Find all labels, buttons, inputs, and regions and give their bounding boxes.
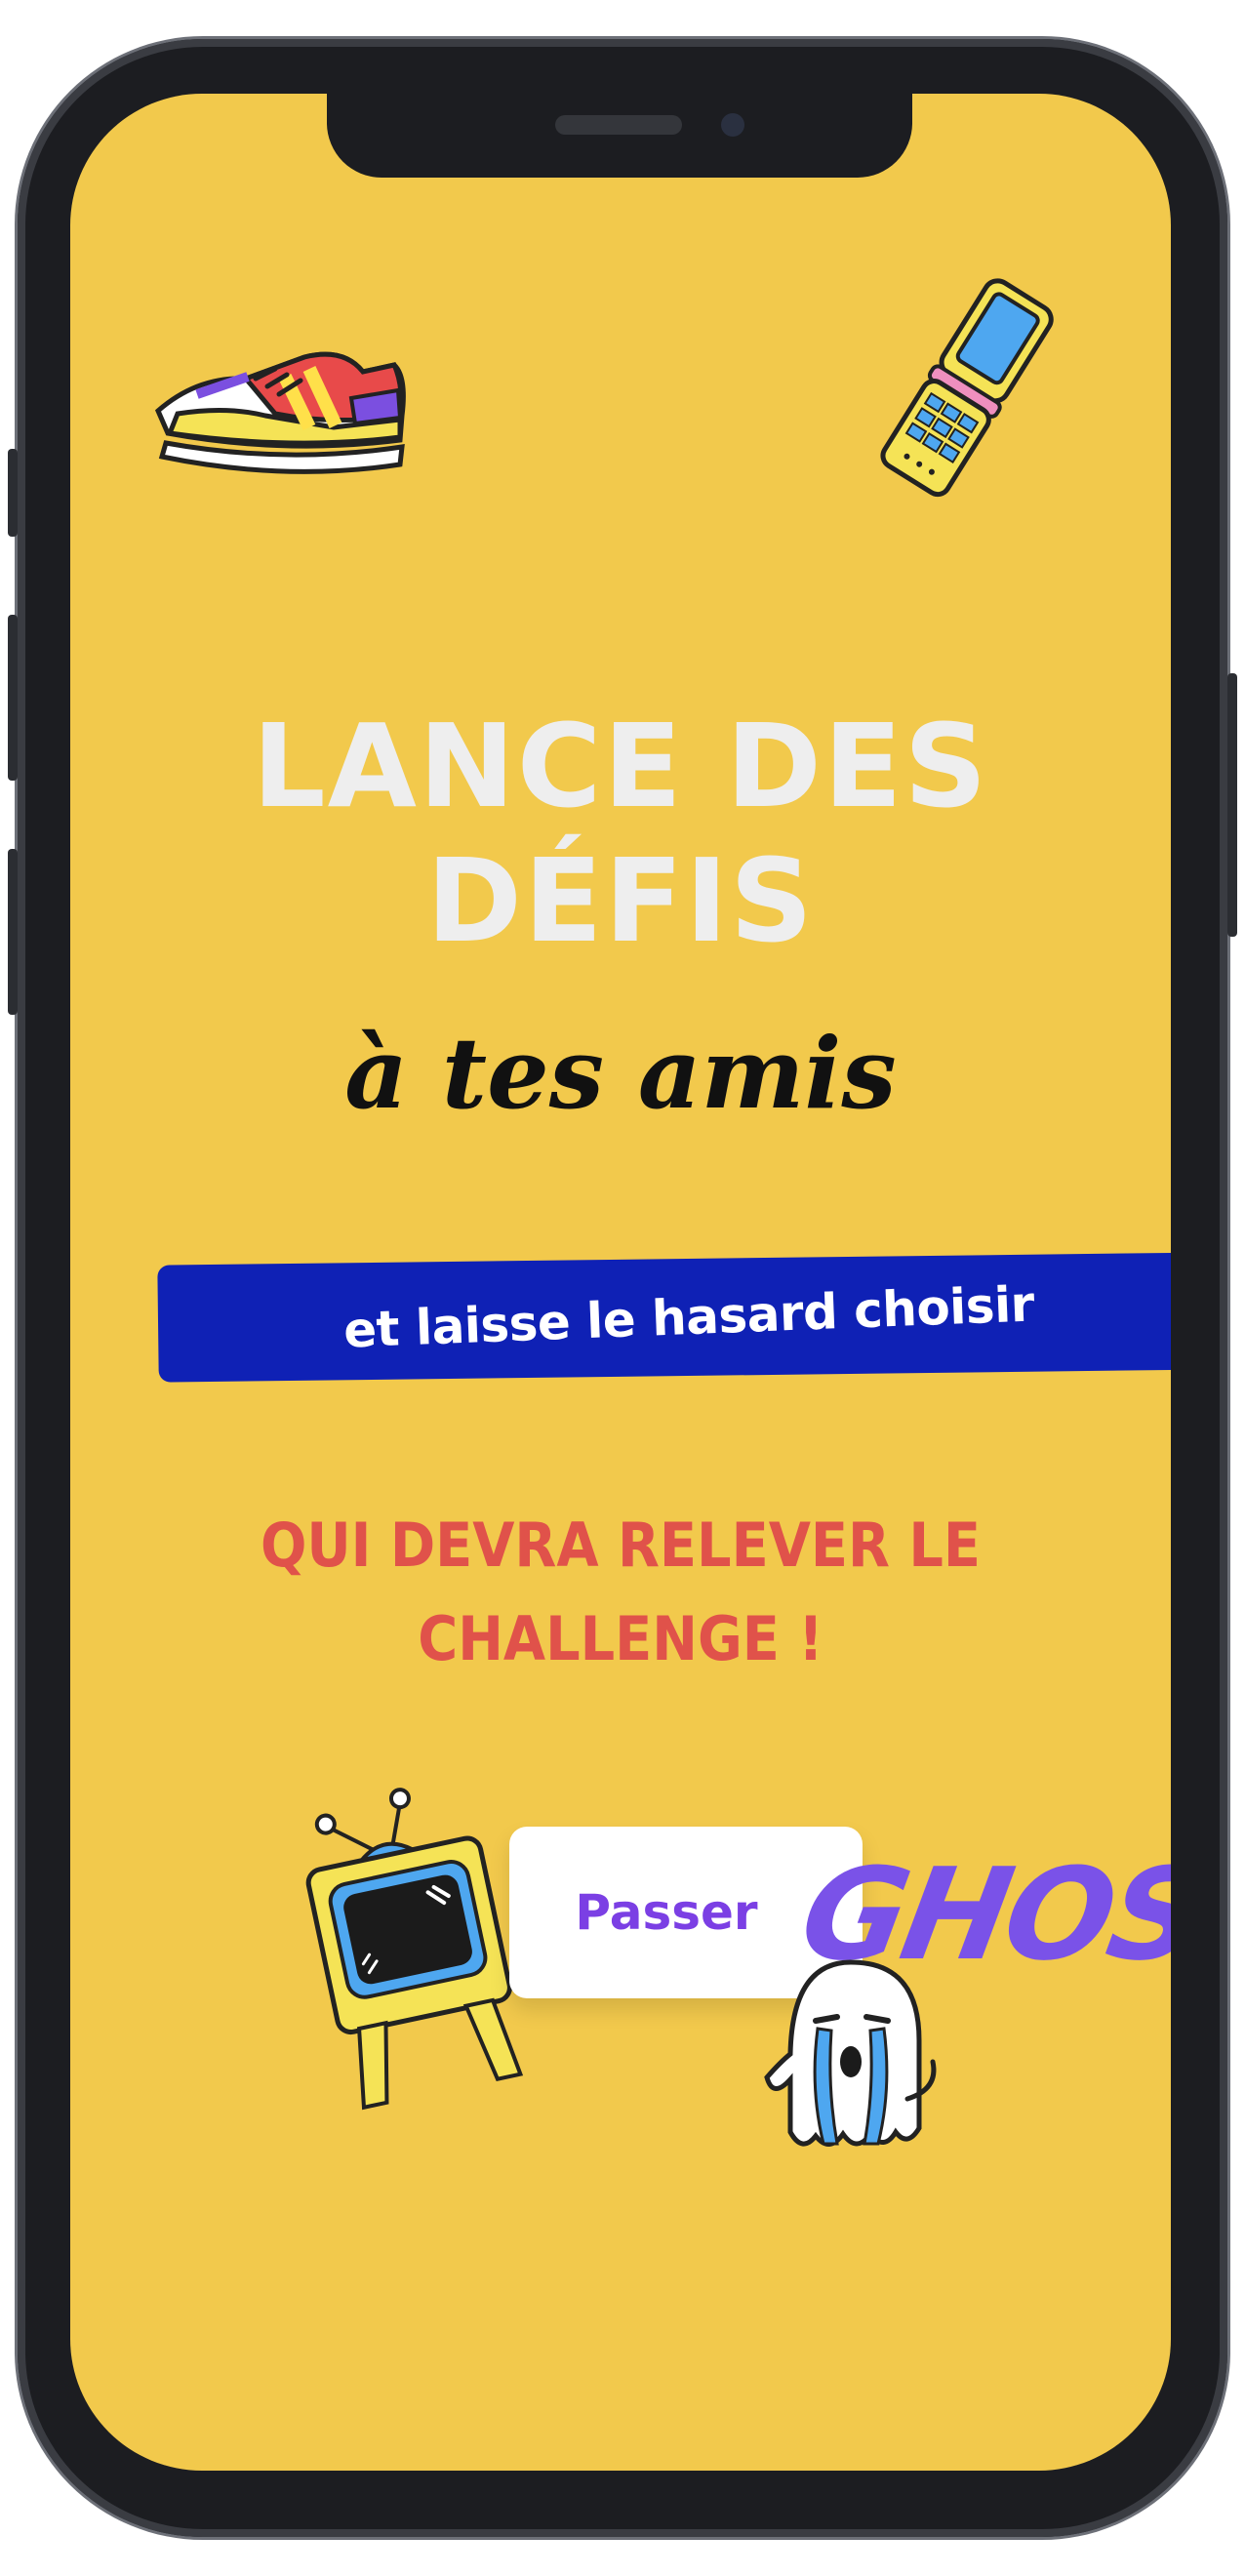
skip-button-label: Passer xyxy=(575,1884,758,1941)
tagline-banner: et laisse le hasard choisir xyxy=(157,1252,1171,1383)
volume-up-button xyxy=(8,615,18,781)
headline: LANCE DES DÉFIS xyxy=(70,699,1171,968)
challenge-line-2: CHALLENGE ! xyxy=(418,1603,823,1674)
challenge-text: QUI DEVRA RELEVER LE CHALLENGE ! xyxy=(70,1499,1171,1686)
flip-phone-icon xyxy=(880,278,1054,498)
front-camera xyxy=(721,113,744,137)
sneaker-icon xyxy=(154,351,406,474)
headline-line-1: LANCE DES xyxy=(252,699,989,833)
mute-switch xyxy=(8,449,18,537)
tagline-text: et laisse le hasard choisir xyxy=(342,1275,1035,1359)
volume-down-button xyxy=(8,849,18,1015)
challenge-line-1: QUI DEVRA RELEVER LE xyxy=(260,1509,981,1581)
headline-line-2: DÉFIS xyxy=(425,833,816,968)
crying-ghost-icon xyxy=(764,1959,937,2147)
phone-notch xyxy=(327,94,912,178)
retro-tv-icon xyxy=(305,1788,524,2111)
app-screen: LANCE DES DÉFIS à tes amis et laisse le … xyxy=(70,94,1171,2471)
speaker-grille xyxy=(555,115,682,135)
subtitle: à tes amis xyxy=(344,1016,897,1131)
power-button xyxy=(1227,673,1237,937)
